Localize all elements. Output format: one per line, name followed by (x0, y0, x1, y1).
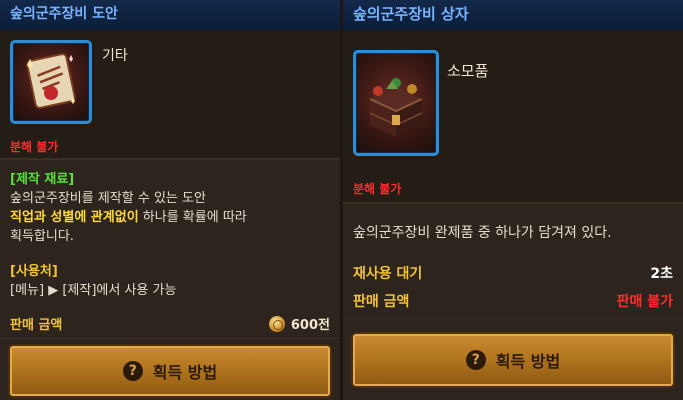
usage-text: [제작]에서 사용 가능 (58, 283, 177, 298)
button-label: 획득 방법 (495, 352, 561, 371)
sell-price-amount: 600전 (290, 318, 330, 333)
item-description: [제작 재료] 숲의군주장비를 제작할 수 있는 도안 직업과 성별에 관계없이… (10, 170, 330, 300)
desc-line: 숲의군주장비를 제작할 수 있는 도안 (10, 191, 206, 206)
question-mark-icon: ? (465, 350, 486, 370)
usage-tag: [사용처] (10, 264, 58, 279)
desc-line: 획득합니다. (10, 229, 74, 244)
acquire-method-button[interactable]: ? 획득 방법 (353, 334, 673, 386)
item-tooltip-recipe: 숲의군주장비 도안 기타 분해 불가 [제작 재료] 숲의군주장비를 제작할 수… (0, 0, 340, 400)
item-tooltip-chest: 숲의군주장비 상자 소모품 분해 불가 숲의군주장비 완제품 중 하나가 담겨져… (343, 0, 683, 400)
divider (0, 338, 340, 339)
desc-line: 직업과 성별에 관계없이 하나를 확률에 따라 (10, 208, 330, 227)
cooldown-label: 재사용 대기 (353, 266, 423, 282)
coin-icon (268, 316, 285, 332)
sell-price-value: 판매 불가 (616, 294, 673, 310)
usage-line: [메뉴] ▶ [제작]에서 사용 가능 (10, 281, 330, 300)
sell-price-label: 판매 금액 (10, 318, 63, 333)
craft-material-tag: [제작 재료] (10, 172, 75, 187)
acquire-method-button[interactable]: ? 획득 방법 (10, 346, 330, 396)
treasure-chest-icon (353, 50, 439, 156)
button-label: 획득 방법 (152, 363, 218, 382)
divider (343, 318, 683, 319)
item-title: 숲의군주장비 상자 (343, 0, 683, 31)
item-summary: 기타 분해 불가 (0, 30, 340, 160)
recipe-scroll-icon (10, 40, 92, 124)
arrow-right-icon: ▶ (48, 283, 59, 298)
item-category: 소모품 (447, 62, 489, 80)
sell-price-row: 판매 금액 600전 (10, 314, 330, 333)
item-title: 숲의군주장비 도안 (0, 0, 340, 31)
disassemble-status: 분해 불가 (10, 140, 59, 154)
desc-highlight: 직업과 성별에 관계없이 (10, 210, 139, 225)
sell-price-value: 600전 (268, 314, 330, 333)
cooldown-value: 2초 (650, 266, 673, 282)
desc-text: 하나를 확률에 따라 (138, 210, 247, 225)
disassemble-status: 분해 불가 (353, 182, 402, 196)
menu-label: [메뉴] (10, 283, 45, 298)
question-mark-icon: ? (122, 361, 143, 381)
item-summary: 소모품 분해 불가 (343, 30, 683, 204)
sell-price-label: 판매 금액 (353, 294, 410, 310)
sell-price-row: 판매 금액 판매 불가 (353, 291, 673, 311)
item-category: 기타 (102, 48, 128, 64)
item-description: 숲의군주장비 완제품 중 하나가 담겨져 있다. (353, 225, 612, 241)
cooldown-row: 재사용 대기 2초 (353, 263, 673, 283)
